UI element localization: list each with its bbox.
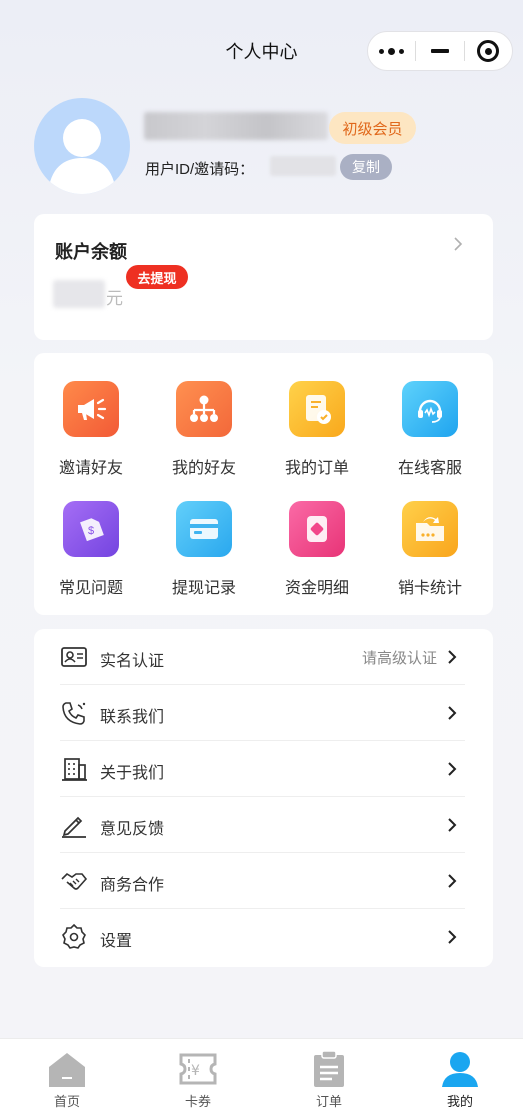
grid-item-friends[interactable]: 我的好友: [147, 381, 261, 478]
minimize-button[interactable]: [416, 32, 463, 70]
more-dots-icon: [379, 47, 405, 55]
tab-label: 订单: [315, 1094, 342, 1109]
more-menu-button[interactable]: [368, 32, 415, 70]
chevron-right-icon: [448, 706, 457, 720]
settings-icon: [62, 923, 86, 949]
target-icon: [477, 40, 500, 62]
feature-grid: 邀请好友 我的好友 我的订单 在线客服 $ 常见问题 提现记录 资金明细 销卡统…: [34, 353, 493, 615]
close-program-button[interactable]: [465, 32, 512, 70]
user-id-label: 用户ID/邀请码：: [145, 161, 255, 178]
list-label: 实名认证: [100, 653, 165, 670]
headset-icon: [402, 381, 458, 437]
balance-amount-blurred: [53, 280, 105, 308]
id-card-icon: [61, 647, 87, 667]
grid-label: 在线客服: [397, 460, 462, 477]
tab-label: 我的: [446, 1094, 473, 1109]
list-item-verification[interactable]: 实名认证 请高级认证: [60, 629, 465, 685]
org-tree-icon: [176, 381, 232, 437]
order-doc-icon: [289, 381, 345, 437]
list-item-settings[interactable]: 设置: [60, 909, 465, 965]
tab-coupons[interactable]: ¥ 卡券: [133, 1039, 263, 1112]
grid-item-faq[interactable]: $ 常见问题: [34, 501, 148, 598]
avatar[interactable]: [34, 98, 130, 194]
handshake-icon: [61, 872, 88, 890]
list-item-contact[interactable]: 联系我们: [60, 685, 465, 741]
megaphone-icon: [63, 381, 119, 437]
list-label: 关于我们: [100, 765, 165, 782]
tab-orders[interactable]: 订单: [264, 1039, 394, 1112]
mini-program-capsule: [367, 31, 513, 71]
balance-unit: 元: [106, 289, 123, 308]
question-tag-icon: $: [63, 501, 119, 557]
grid-label: 常见问题: [58, 580, 123, 597]
chevron-right-icon: [448, 874, 457, 888]
svg-text:¥: ¥: [191, 1063, 200, 1079]
tab-mine[interactable]: 我的: [395, 1039, 523, 1112]
grid-label: 我的订单: [284, 460, 349, 477]
svg-text:$: $: [88, 525, 94, 537]
settings-list: 实名认证 请高级认证 联系我们 关于我们 意见反馈 商务合作 设置: [34, 629, 493, 967]
list-label: 设置: [100, 933, 133, 950]
grid-item-invite[interactable]: 邀请好友: [34, 381, 148, 478]
folder-icon: [402, 501, 458, 557]
chevron-right-icon: [448, 818, 457, 832]
chevron-right-icon: [448, 762, 457, 776]
phone-icon: [62, 702, 86, 725]
verification-hint: 请高级认证: [361, 650, 437, 667]
withdraw-button[interactable]: 去提现: [126, 265, 188, 289]
default-user-icon: [48, 119, 116, 194]
user-id-blurred: [270, 156, 336, 176]
list-item-about[interactable]: 关于我们: [60, 741, 465, 797]
grid-item-fund-details[interactable]: 资金明细: [260, 501, 374, 598]
chevron-right-icon: [448, 930, 457, 944]
grid-label: 邀请好友: [58, 460, 123, 477]
tab-label: 卡券: [184, 1094, 211, 1109]
grid-label: 我的好友: [171, 460, 236, 477]
bottom-tab-bar: 首页 ¥ 卡券 订单 我的: [0, 1038, 523, 1112]
list-label: 意见反馈: [100, 821, 165, 838]
building-icon: [62, 758, 87, 781]
wallet-icon: [289, 501, 345, 557]
tab-home[interactable]: 首页: [2, 1039, 132, 1112]
tab-label: 首页: [53, 1094, 80, 1109]
balance-card[interactable]: 账户余额 元 去提现: [34, 214, 493, 340]
grid-label: 销卡统计: [397, 580, 462, 597]
list-label: 联系我们: [100, 709, 165, 726]
grid-item-card-stats[interactable]: 销卡统计: [373, 501, 487, 598]
grid-item-support[interactable]: 在线客服: [373, 381, 487, 478]
list-item-feedback[interactable]: 意见反馈: [60, 797, 465, 853]
username-blurred: [144, 112, 328, 140]
user-icon: [442, 1052, 478, 1087]
home-icon: [49, 1053, 85, 1087]
member-level-badge: 初级会员: [329, 112, 416, 144]
copy-button[interactable]: 复制: [340, 154, 392, 180]
balance-title: 账户余额: [55, 242, 127, 262]
grid-item-orders[interactable]: 我的订单: [260, 381, 374, 478]
grid-label: 资金明细: [284, 580, 349, 597]
list-item-business[interactable]: 商务合作: [60, 853, 465, 909]
grid-label: 提现记录: [171, 580, 236, 597]
grid-item-withdraw-records[interactable]: 提现记录: [147, 501, 261, 598]
card-icon: [176, 501, 232, 557]
list-label: 商务合作: [100, 877, 165, 894]
clipboard-icon: [314, 1050, 344, 1087]
pen-icon: [62, 816, 86, 838]
ticket-icon: ¥: [179, 1053, 217, 1085]
chevron-right-icon: [454, 237, 463, 251]
chevron-right-icon: [448, 650, 457, 664]
top-bar: 个人中心: [0, 0, 523, 100]
minus-icon: [431, 49, 450, 53]
